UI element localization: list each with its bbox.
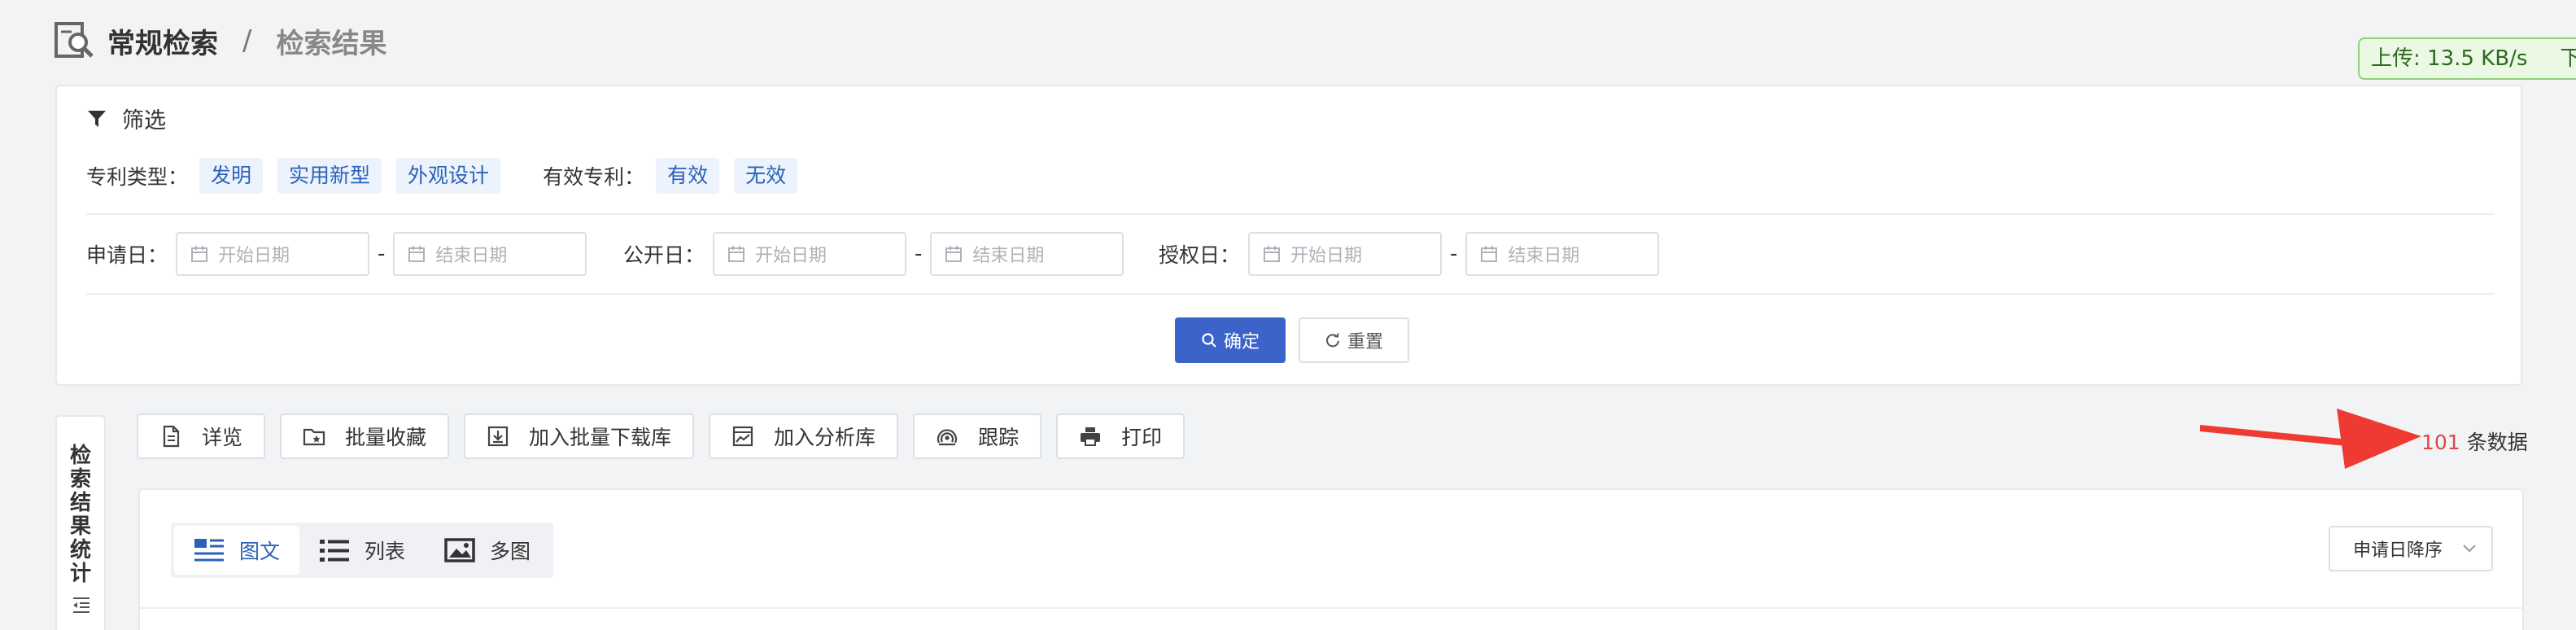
track-button[interactable]: 跟踪 xyxy=(913,413,1042,459)
apply-date-label: 申请日： xyxy=(86,243,168,267)
download-icon xyxy=(487,426,509,447)
tag-valid[interactable]: 有效 xyxy=(656,158,720,194)
reset-button[interactable]: 重置 xyxy=(1299,317,1409,363)
grant-end-date-input[interactable]: 结束日期 xyxy=(1465,232,1660,276)
divider xyxy=(86,293,2495,295)
grant-start-placeholder: 开始日期 xyxy=(1290,246,1363,266)
apply-end-date-input[interactable]: 结束日期 xyxy=(393,232,587,276)
printer-icon xyxy=(1081,427,1101,446)
publish-start-placeholder: 开始日期 xyxy=(755,246,827,266)
result-count-unit: 条数据 xyxy=(2466,431,2528,454)
batch-download-button[interactable]: 加入批量下载库 xyxy=(464,413,695,459)
apply-start-placeholder: 开始日期 xyxy=(218,246,290,266)
batch-favorite-button[interactable]: 批量收藏 xyxy=(280,413,450,459)
grant-start-date-input[interactable]: 开始日期 xyxy=(1248,232,1443,276)
publish-end-date-input[interactable]: 结束日期 xyxy=(930,232,1124,276)
funnel-icon xyxy=(88,110,106,127)
download-speed: 下载 xyxy=(2560,46,2576,71)
view-list-button[interactable]: 列表 xyxy=(299,526,425,575)
chevron-down-icon xyxy=(2463,545,2476,553)
calendar-icon xyxy=(408,246,426,262)
date-dash: - xyxy=(1450,242,1458,266)
document-icon xyxy=(163,425,180,448)
tag-design[interactable]: 外观设计 xyxy=(396,158,501,194)
grant-date-group: 授权日： 开始日期 - 结束日期 xyxy=(1159,231,1660,277)
breadcrumb: 常规检索 / 检索结果 xyxy=(54,20,386,62)
publish-date-group: 公开日： 开始日期 - 结束日期 xyxy=(623,231,1124,277)
reset-label: 重置 xyxy=(1347,332,1383,352)
detail-button[interactable]: 详览 xyxy=(137,413,266,459)
tag-invention[interactable]: 发明 xyxy=(199,158,264,194)
multi-image-icon xyxy=(444,538,475,562)
breadcrumb-current: 检索结果 xyxy=(276,27,387,60)
patent-type-label: 专利类型： xyxy=(86,165,189,189)
print-button[interactable]: 打印 xyxy=(1056,413,1185,459)
radar-icon xyxy=(937,429,958,446)
sort-select[interactable]: 申请日降序 xyxy=(2329,526,2493,571)
batch-download-label: 加入批量下载库 xyxy=(529,426,672,449)
publish-end-placeholder: 结束日期 xyxy=(972,246,1045,266)
refresh-icon xyxy=(1326,333,1339,348)
calendar-icon xyxy=(1481,246,1498,262)
publish-date-label: 公开日： xyxy=(623,243,705,267)
result-toolbar: 详览 批量收藏 加入批量下载库 加入分析库 跟踪 打印 xyxy=(137,413,1199,459)
list-icon xyxy=(320,540,350,562)
result-count: 101 条数据 xyxy=(2421,427,2528,456)
image-text-icon xyxy=(194,539,224,562)
breadcrumb-main[interactable]: 常规检索 xyxy=(107,21,218,61)
tag-row: 专利类型： 发明 实用新型 外观设计 有效专利： 有效 无效 xyxy=(86,158,812,194)
stats-tab-label: 检索结果统计 xyxy=(69,444,91,586)
add-analysis-button[interactable]: 加入分析库 xyxy=(709,413,899,459)
upload-speed: 上传: 13.5 KB/s xyxy=(2371,46,2528,71)
apply-end-placeholder: 结束日期 xyxy=(435,246,508,266)
filter-panel: 筛选 专利类型： 发明 实用新型 外观设计 有效专利： 有效 无效 申请日： 开… xyxy=(55,85,2522,386)
calendar-icon xyxy=(191,246,208,262)
view-image-text-button[interactable]: 图文 xyxy=(174,526,300,575)
results-panel: 图文 列表 多图 申请日降序 xyxy=(138,488,2524,630)
tag-invalid[interactable]: 无效 xyxy=(734,158,798,194)
search-document-icon xyxy=(55,22,94,58)
date-dash: - xyxy=(915,242,923,266)
grant-date-label: 授权日： xyxy=(1159,243,1241,267)
calendar-icon xyxy=(728,246,745,262)
detail-label: 详览 xyxy=(202,426,243,449)
filter-title-label: 筛选 xyxy=(122,108,166,133)
confirm-button[interactable]: 确定 xyxy=(1175,317,1286,363)
date-dash: - xyxy=(378,242,386,266)
view-image-text-label: 图文 xyxy=(239,540,281,563)
folder-star-icon xyxy=(303,428,325,446)
valid-patent-label: 有效专利： xyxy=(543,165,645,189)
divider xyxy=(86,213,2495,215)
annotation-arrow xyxy=(2200,409,2421,469)
track-label: 跟踪 xyxy=(978,426,1019,449)
view-list-label: 列表 xyxy=(365,540,406,563)
network-speed-badge: 上传: 13.5 KB/s 下载 xyxy=(2358,37,2576,80)
results-divider xyxy=(140,607,2522,609)
view-multi-image-button[interactable]: 多图 xyxy=(425,526,550,575)
batch-favorite-label: 批量收藏 xyxy=(345,426,427,449)
print-label: 打印 xyxy=(1121,426,1163,449)
result-count-number: 101 xyxy=(2421,431,2460,454)
calendar-icon xyxy=(1264,246,1281,262)
view-multi-image-label: 多图 xyxy=(490,540,531,563)
breadcrumb-separator: / xyxy=(242,24,252,57)
stats-side-tab[interactable]: 检索结果统计 xyxy=(55,415,106,630)
filter-title: 筛选 xyxy=(86,103,166,134)
indent-icon xyxy=(73,597,90,613)
sort-select-value: 申请日降序 xyxy=(2353,540,2443,561)
calendar-icon xyxy=(945,246,963,262)
view-mode-switch: 图文 列表 多图 xyxy=(171,523,554,578)
chart-icon xyxy=(732,426,753,447)
publish-start-date-input[interactable]: 开始日期 xyxy=(713,232,907,276)
confirm-label: 确定 xyxy=(1223,332,1260,352)
search-icon xyxy=(1202,333,1216,348)
tag-utility-model[interactable]: 实用新型 xyxy=(277,158,382,194)
add-analysis-label: 加入分析库 xyxy=(774,426,876,449)
apply-date-group: 申请日： 开始日期 - 结束日期 xyxy=(86,231,587,277)
grant-end-placeholder: 结束日期 xyxy=(1508,246,1580,266)
apply-start-date-input[interactable]: 开始日期 xyxy=(176,232,370,276)
